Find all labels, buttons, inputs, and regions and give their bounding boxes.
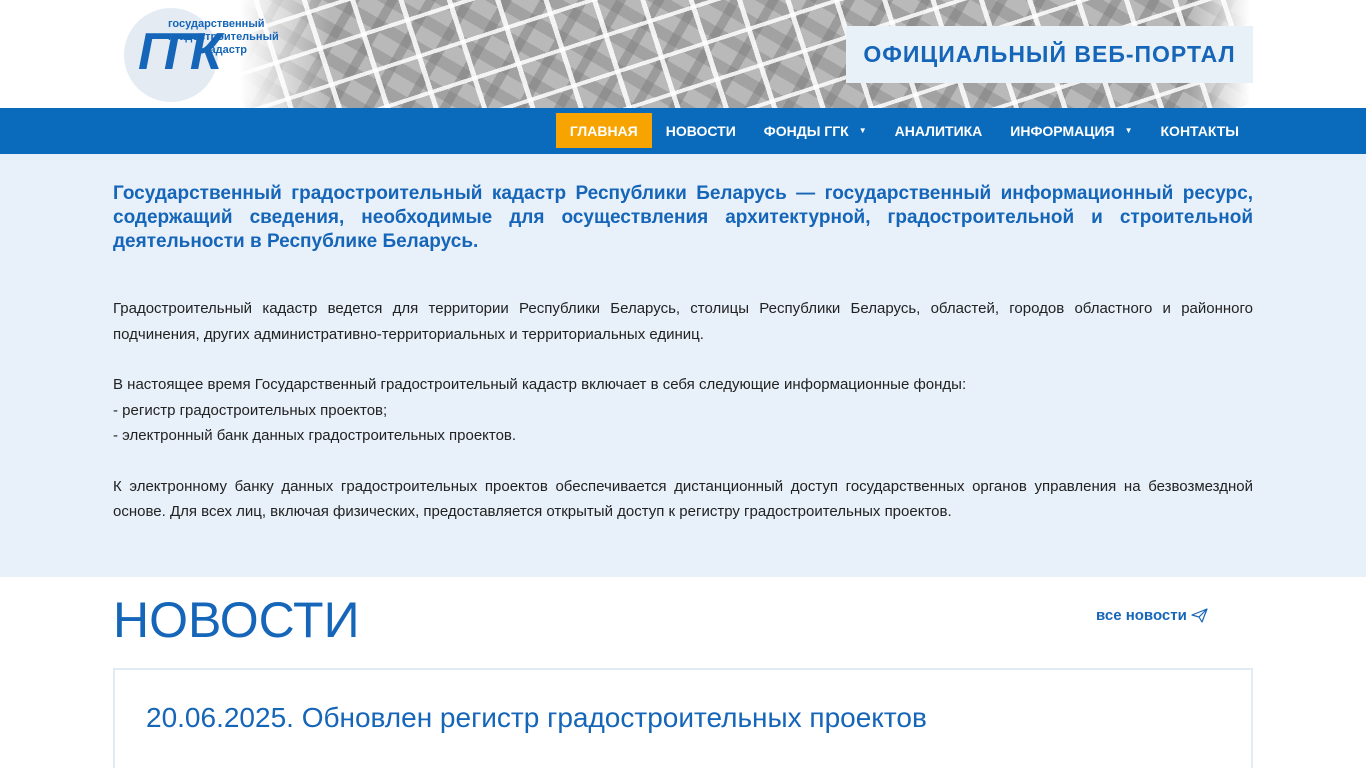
intro-section: Государственный градостроительный кадаст… — [0, 154, 1366, 577]
nav-item-label: КОНТАКТЫ — [1160, 122, 1239, 139]
logo-line-1: государственный — [168, 18, 265, 30]
site-logo[interactable]: ГГК государственный градостроительный ка… — [124, 8, 304, 102]
news-card: 20.06.2025. Обновлен регистр градостроит… — [113, 668, 1253, 768]
nav-item-label: ГЛАВНАЯ — [569, 122, 638, 139]
site-header: ГГК государственный градостроительный ка… — [0, 0, 1366, 108]
caret-down-icon: ▼ — [858, 126, 867, 135]
nav-item-label: НОВОСТИ — [665, 122, 736, 139]
intro-paragraph-1: Градостроительный кадастр ведется для те… — [113, 300, 1253, 343]
nav-item-information[interactable]: ИНФОРМАЦИЯ ▼ — [996, 113, 1146, 148]
funds-intro-line: В настоящее время Государственный градос… — [113, 376, 967, 393]
nav-item-funds[interactable]: ФОНДЫ ГГК ▼ — [750, 113, 881, 148]
all-news-link[interactable]: все новости — [1096, 607, 1208, 624]
nav-item-analytics[interactable]: АНАЛИТИКА — [881, 113, 997, 148]
nav-item-label: АНАЛИТИКА — [894, 122, 983, 139]
nav-item-label: ФОНДЫ ГГК — [763, 122, 849, 139]
nav-item-news[interactable]: НОВОСТИ — [652, 113, 750, 148]
portal-title: ОФИЦИАЛЬНЫЙ ВЕБ-ПОРТАЛ — [846, 26, 1253, 83]
funds-list-item: - электронный банк данных градостроитель… — [113, 427, 517, 444]
logo-line-3: кадастр — [204, 44, 247, 56]
nav-item-label: ИНФОРМАЦИЯ — [1010, 122, 1115, 139]
intro-paragraph-3: К электронному банку данных градостроите… — [113, 477, 1253, 521]
nav-item-contacts[interactable]: КОНТАКТЫ — [1147, 113, 1253, 148]
news-item-title[interactable]: 20.06.2025. Обновлен регистр градостроит… — [146, 702, 927, 734]
all-news-label: все новости — [1096, 607, 1187, 624]
intro-paragraph-2: В настоящее время Государственный градос… — [113, 372, 1253, 449]
main-navigation: ГЛАВНАЯ НОВОСТИ ФОНДЫ ГГК ▼ АНАЛИТИКА ИН… — [0, 108, 1366, 154]
logo-text: государственный градостроительный кадаст… — [168, 18, 298, 57]
caret-down-icon: ▼ — [1124, 126, 1133, 135]
intro-lead: Государственный градостроительный кадаст… — [113, 183, 1253, 252]
news-heading: НОВОСТИ — [113, 592, 360, 648]
funds-list-item: - регистр градостроительных проектов; — [113, 401, 388, 419]
paper-plane-icon — [1191, 608, 1208, 623]
logo-line-2: градостроительный — [168, 31, 279, 43]
nav-item-home[interactable]: ГЛАВНАЯ — [555, 113, 652, 148]
